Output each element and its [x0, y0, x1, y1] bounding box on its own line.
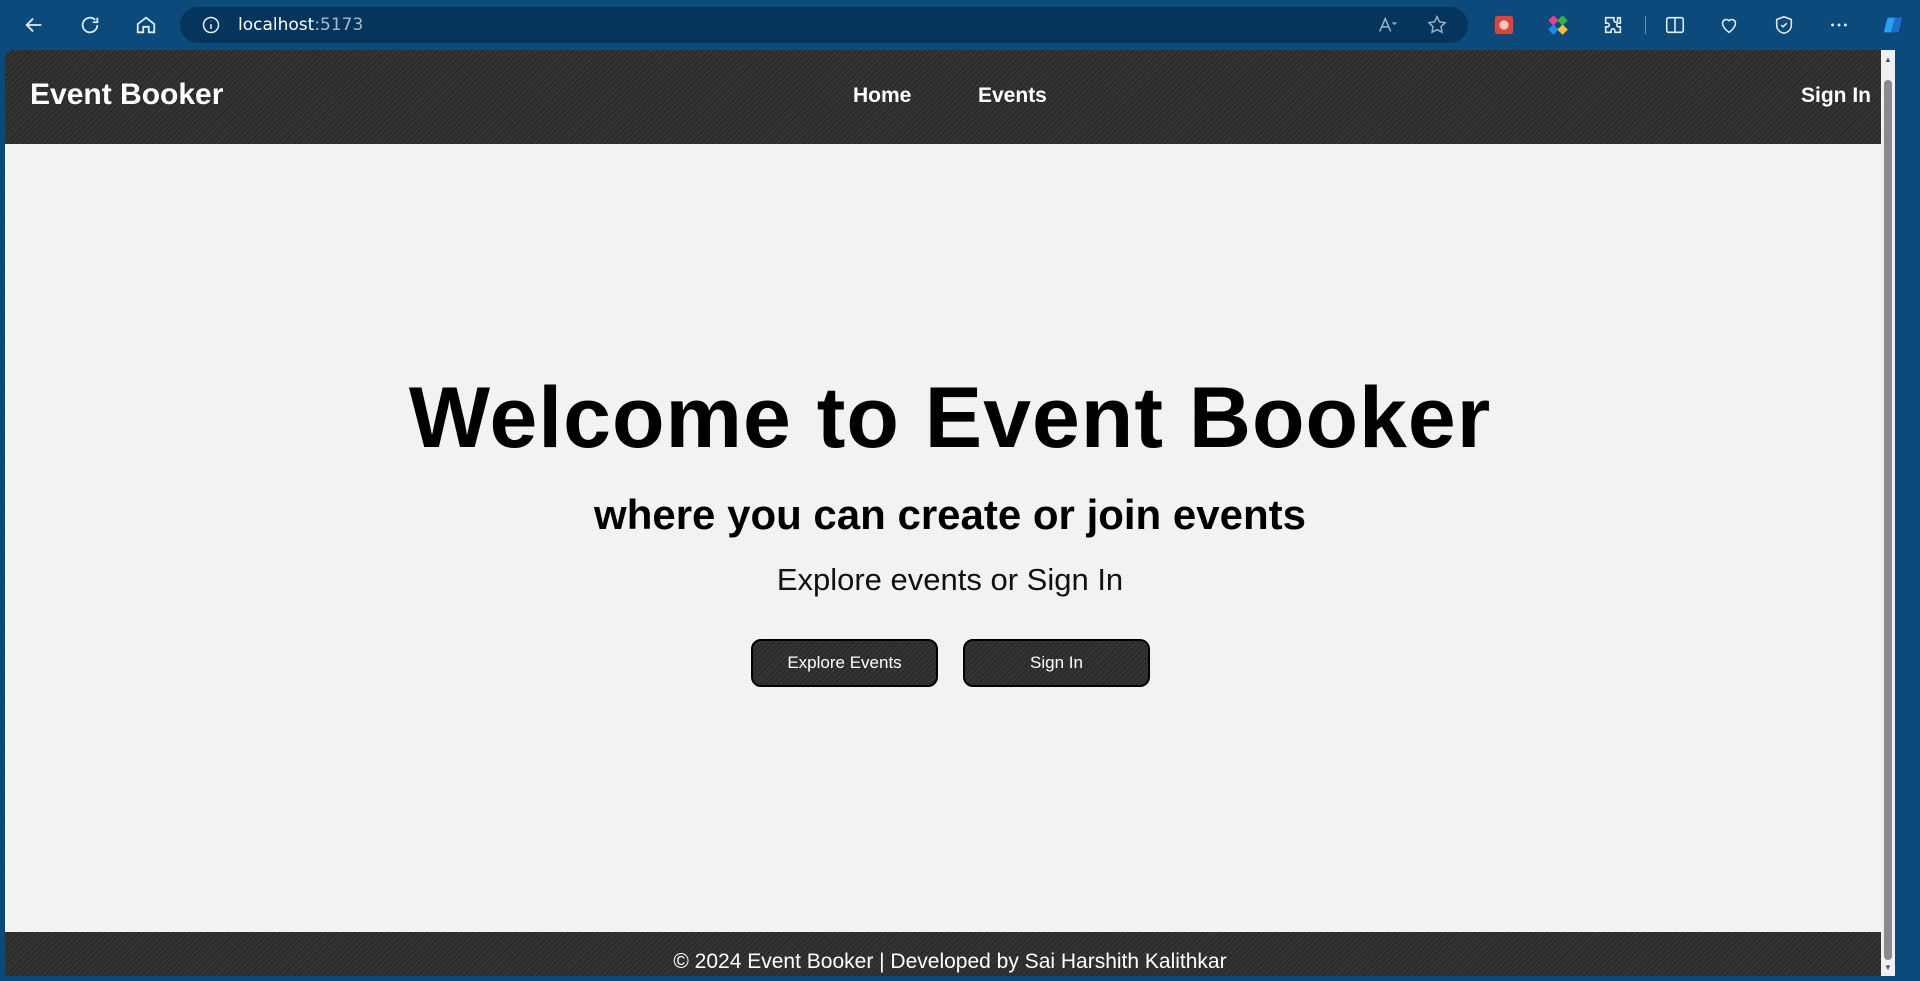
url-text[interactable]: localhost:5173	[238, 15, 363, 35]
browser-essentials-icon[interactable]	[1771, 12, 1797, 38]
site-brand[interactable]: Event Booker	[30, 78, 223, 112]
extensions-puzzle-icon[interactable]	[1600, 12, 1626, 38]
back-arrow-icon[interactable]	[14, 5, 54, 45]
page-scrollbar[interactable]: ▲ ▼	[1881, 50, 1895, 976]
extension-red-icon[interactable]	[1491, 12, 1517, 38]
refresh-icon[interactable]	[70, 5, 110, 45]
scroll-down-icon[interactable]: ▼	[1884, 964, 1892, 972]
site-header: Event Booker Home Events Sign In	[5, 50, 1895, 144]
home-icon[interactable]	[126, 5, 166, 45]
page-viewport: Event Booker Home Events Sign In Welcome…	[5, 50, 1895, 976]
site-footer: © 2024 Event Booker | Developed by Sai H…	[5, 932, 1895, 976]
favorites-heart-icon[interactable]	[1716, 12, 1742, 38]
more-dots-icon[interactable]	[1826, 12, 1852, 38]
address-bar[interactable]: localhost:5173	[180, 7, 1468, 43]
hero-tagline: Explore events or Sign In	[776, 562, 1124, 597]
favorite-star-icon[interactable]	[1425, 13, 1449, 37]
header-signin-link[interactable]: Sign In	[1801, 84, 1871, 108]
signin-button[interactable]: Sign In	[963, 639, 1150, 687]
read-aloud-icon[interactable]	[1376, 13, 1400, 37]
url-host: localhost	[238, 15, 315, 35]
hero-section: Welcome to Event Booker where you can cr…	[5, 144, 1895, 882]
copilot-icon[interactable]	[1880, 12, 1906, 38]
scroll-thumb[interactable]	[1884, 80, 1892, 960]
hero-title: Welcome to Event Booker	[408, 370, 1492, 466]
extension-color-icon[interactable]	[1545, 12, 1571, 38]
toolbar-divider	[1645, 16, 1646, 34]
scroll-up-icon[interactable]: ▲	[1884, 56, 1892, 64]
info-icon[interactable]	[200, 14, 222, 36]
nav-home-link[interactable]: Home	[853, 84, 911, 108]
nav-events-link[interactable]: Events	[978, 84, 1047, 108]
explore-events-button[interactable]: Explore Events	[751, 639, 938, 687]
hero-subtitle: where you can create or join events	[594, 491, 1306, 538]
url-port: :5173	[314, 15, 364, 35]
split-screen-icon[interactable]	[1662, 12, 1688, 38]
footer-text: © 2024 Event Booker | Developed by Sai H…	[673, 950, 1227, 973]
